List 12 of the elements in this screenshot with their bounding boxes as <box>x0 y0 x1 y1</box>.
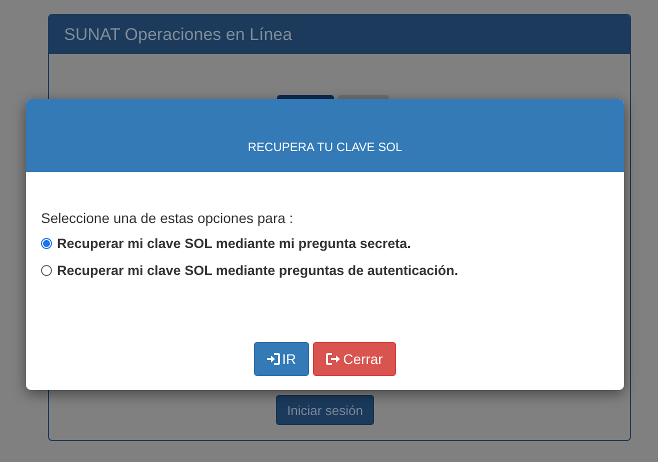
prompt-text: Seleccione una de estas opciones para : <box>41 209 294 227</box>
panel-title: SUNAT Operaciones en Línea <box>64 24 292 44</box>
option-label[interactable]: Recuperar mi clave SOL mediante mi pregunta secreta. <box>57 233 411 254</box>
option-label[interactable]: Recuperar mi clave SOL mediante preguntas de autenticación. <box>57 260 458 281</box>
radio-button[interactable] <box>41 265 52 276</box>
dialog-title: RECUPERA TU CLAVE SOL <box>248 140 402 154</box>
sign-out-icon <box>326 353 342 365</box>
close-button[interactable]: Cerrar <box>313 342 396 376</box>
go-button[interactable]: IR <box>254 342 310 376</box>
sign-in-icon <box>267 353 280 365</box>
radio-button[interactable] <box>41 238 52 249</box>
login-button[interactable]: Iniciar sesión <box>276 395 374 425</box>
